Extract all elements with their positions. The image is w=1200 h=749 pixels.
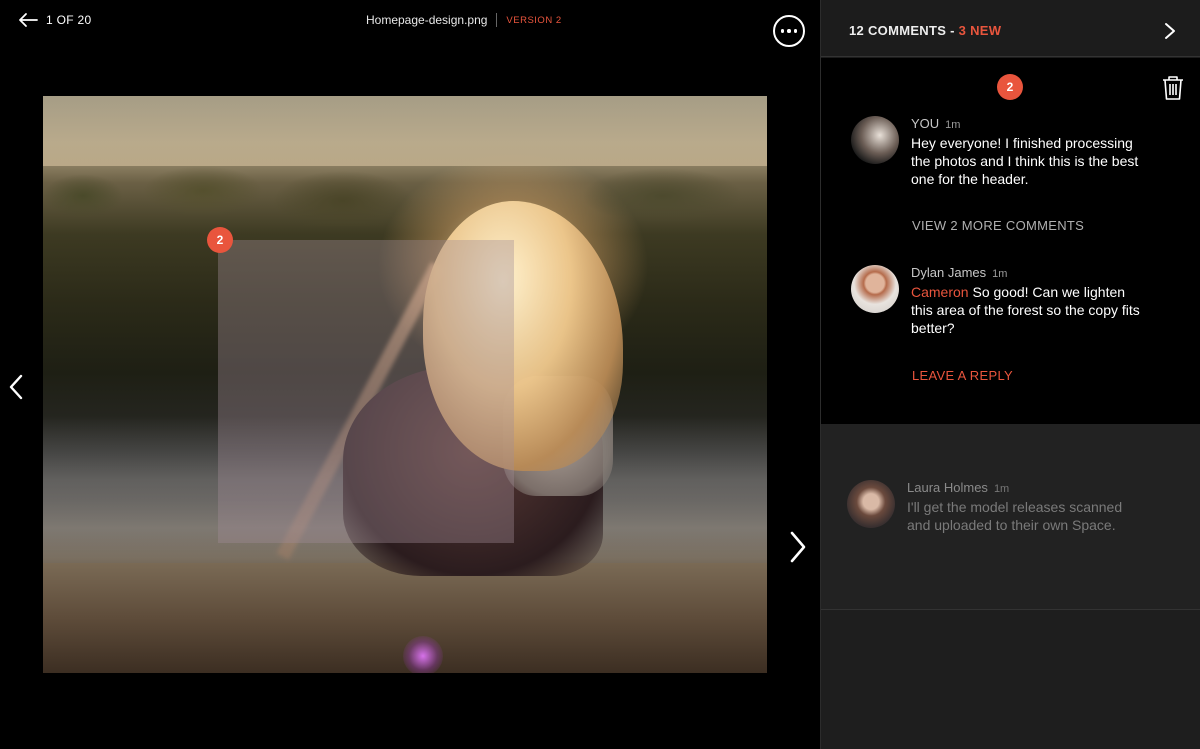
file-name: Homepage-design.png <box>366 13 488 27</box>
version-label[interactable]: VERSION 2 <box>506 15 561 26</box>
comment-body: Dylan James 1m Cameron So good! Can we li… <box>911 265 1143 337</box>
annotation-area[interactable] <box>218 240 514 543</box>
chevron-right-icon[interactable] <box>1163 21 1177 41</box>
arrow-left-icon <box>19 13 38 27</box>
empty-panel-area <box>821 610 1200 749</box>
comment-author: YOU <box>911 116 940 131</box>
comment-item: Laura Holmes 1m I'll get the model releas… <box>847 480 1139 534</box>
avatar <box>851 265 899 313</box>
other-thread[interactable]: Laura Holmes 1m I'll get the model releas… <box>821 424 1200 610</box>
avatar <box>847 480 895 528</box>
comments-count: 12 COMMENTS - <box>849 23 959 38</box>
comments-panel: 12 COMMENTS - 3 NEW 2 YOU 1m Hey everyone… <box>820 0 1200 749</box>
comment-meta: YOU 1m <box>911 116 1143 131</box>
comment-text: I'll get the model releases scanned and … <box>907 499 1123 533</box>
thread-marker[interactable]: 2 <box>997 74 1023 100</box>
more-options-button[interactable] <box>773 15 805 47</box>
more-horizontal-icon <box>780 29 785 33</box>
preview-image[interactable]: 2 <box>43 96 767 673</box>
comment-author: Dylan James <box>911 265 987 280</box>
comments-title: 12 COMMENTS - 3 NEW <box>849 23 1001 38</box>
new-comments-count: 3 NEW <box>958 23 1002 38</box>
image-counter: 1 OF 20 <box>46 13 92 27</box>
comment-meta: Laura Holmes 1m <box>907 480 1139 495</box>
comments-header: 12 COMMENTS - 3 NEW <box>821 0 1200 57</box>
more-dot <box>793 29 798 33</box>
chevron-right-icon[interactable] <box>786 528 810 566</box>
comment-meta: Dylan James 1m <box>911 265 1143 280</box>
back-button[interactable]: 1 OF 20 <box>18 12 91 28</box>
comment-author: Laura Holmes <box>907 480 988 495</box>
leave-reply-link[interactable]: LEAVE A REPLY <box>912 368 1013 383</box>
viewer-topbar: 1 OF 20 Homepage-design.png VERSION 2 <box>0 0 820 47</box>
chevron-left-icon[interactable] <box>6 372 26 402</box>
comment-body: Laura Holmes 1m I'll get the model releas… <box>907 480 1139 534</box>
file-separator <box>496 13 498 27</box>
comment-item: YOU 1m Hey everyone! I finished processin… <box>851 116 1143 188</box>
comment-text: Hey everyone! I finished processing the … <box>911 135 1139 187</box>
comment-time: 1m <box>992 268 1008 280</box>
comment-time: 1m <box>945 119 961 131</box>
comment-item: Dylan James 1m Cameron So good! Can we li… <box>851 265 1143 337</box>
comment-time: 1m <box>993 483 1010 495</box>
image-trees <box>43 156 767 226</box>
active-thread: 2 YOU 1m Hey everyone! I finished process… <box>821 58 1200 424</box>
image-lens-flare <box>403 636 443 673</box>
trash-icon[interactable] <box>1161 75 1185 101</box>
avatar <box>851 116 899 164</box>
view-more-comments-link[interactable]: VIEW 2 MORE COMMENTS <box>912 218 1084 233</box>
annotation-marker[interactable]: 2 <box>207 227 233 253</box>
more-dot <box>787 29 791 33</box>
image-viewer: 1 OF 20 Homepage-design.png VERSION 2 2 <box>0 0 820 749</box>
user-mention[interactable]: Cameron <box>911 284 969 300</box>
comment-body: YOU 1m Hey everyone! I finished processin… <box>911 116 1143 188</box>
file-info: Homepage-design.png VERSION 2 <box>366 13 562 27</box>
comment-text: Cameron So good! Can we lighten this are… <box>911 283 1143 337</box>
